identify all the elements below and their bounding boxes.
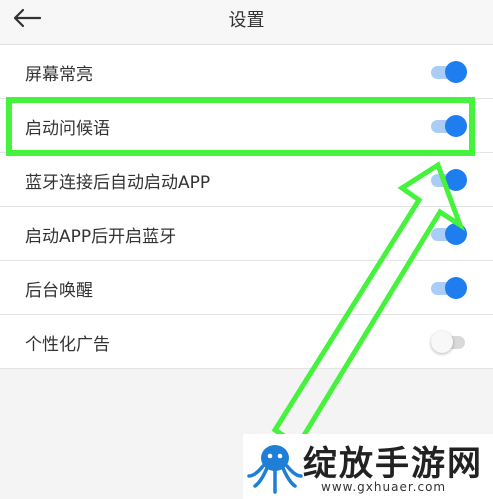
setting-row-screen-on: 屏幕常亮 [0, 45, 493, 99]
screen-on-toggle[interactable] [431, 61, 467, 83]
watermark: 绽放手游网 www.gxhuaer.com [243, 434, 493, 499]
bluetooth-autostart-toggle[interactable] [431, 169, 467, 191]
setting-label: 后台唤醒 [25, 281, 93, 301]
startup-greeting-toggle[interactable] [431, 115, 467, 137]
background-wake-toggle[interactable] [431, 277, 467, 299]
enable-bluetooth-toggle[interactable] [431, 223, 467, 245]
setting-row-bluetooth-autostart: 蓝牙连接后自动启动APP [0, 153, 493, 207]
toggle-thumb [445, 223, 467, 245]
setting-label: 启动问候语 [25, 119, 110, 139]
setting-label: 启动APP后开启蓝牙 [25, 227, 177, 247]
toggle-thumb [431, 331, 453, 353]
watermark-url: www.gxhuaer.com [321, 480, 447, 494]
setting-label: 个性化广告 [25, 335, 110, 355]
setting-label: 蓝牙连接后自动启动APP [25, 173, 211, 193]
toggle-thumb [445, 115, 467, 137]
settings-list: 屏幕常亮 启动问候语 蓝牙连接后自动启动APP 启动APP后开启蓝牙 后台唤醒 [0, 44, 493, 369]
personalized-ads-toggle[interactable] [431, 331, 467, 353]
setting-row-startup-greeting: 启动问候语 [0, 99, 493, 153]
octopus-logo-icon [247, 445, 303, 494]
toggle-thumb [445, 169, 467, 191]
toggle-thumb [445, 277, 467, 299]
watermark-name: 绽放手游网 [303, 444, 483, 484]
setting-row-enable-bluetooth: 启动APP后开启蓝牙 [0, 207, 493, 261]
setting-label: 屏幕常亮 [25, 65, 93, 85]
toggle-thumb [445, 61, 467, 83]
setting-row-personalized-ads: 个性化广告 [0, 315, 493, 369]
setting-row-background-wake: 后台唤醒 [0, 261, 493, 315]
header-bar: 设置 [0, 0, 493, 44]
page-title: 设置 [228, 10, 265, 31]
